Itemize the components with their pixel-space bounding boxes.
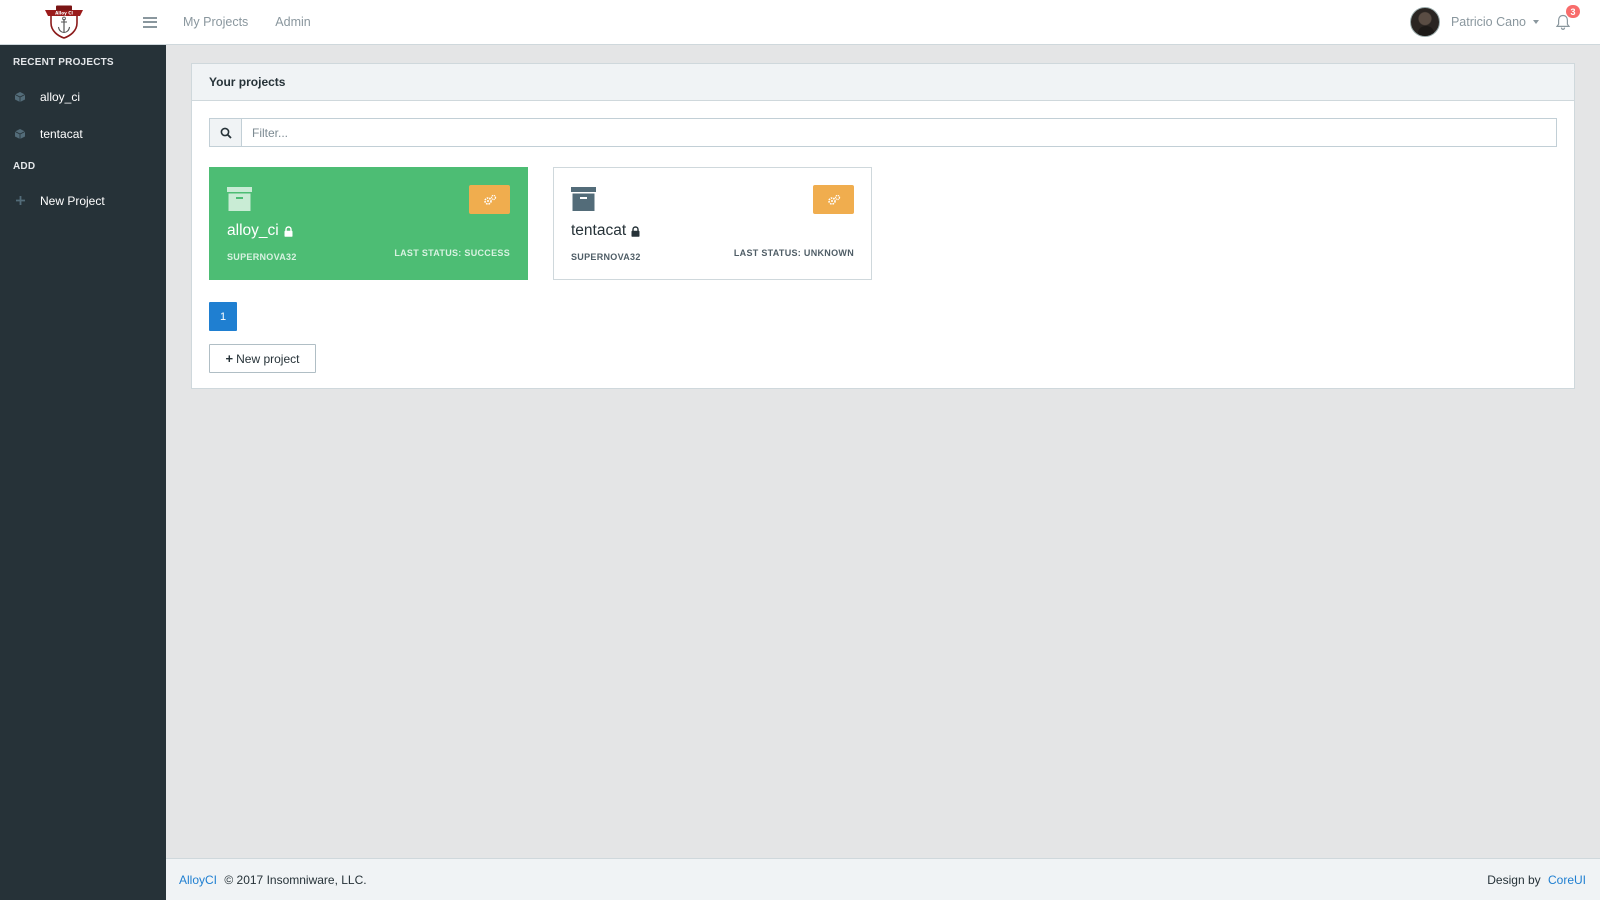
cube-icon bbox=[14, 91, 26, 103]
gears-icon bbox=[827, 194, 840, 205]
user-menu[interactable]: Patricio Cano 3 bbox=[1409, 5, 1586, 37]
project-settings-button[interactable] bbox=[813, 185, 854, 214]
plus-icon: + bbox=[225, 351, 234, 366]
filter-input[interactable] bbox=[242, 118, 1557, 147]
card-title: Your projects bbox=[192, 64, 1574, 101]
app-header: Alloy CI My Projects Admin Patricio Cano… bbox=[0, 0, 1600, 45]
project-name[interactable]: tentacat bbox=[571, 222, 640, 240]
filter-group bbox=[209, 118, 1557, 147]
sidebar-item-alloy-ci[interactable]: alloy_ci bbox=[0, 78, 166, 115]
project-name-text: tentacat bbox=[571, 222, 627, 239]
logo-text: Alloy CI bbox=[55, 11, 73, 16]
chevron-down-icon bbox=[1533, 20, 1539, 24]
footer-copyright: © 2017 Insomniware, LLC. bbox=[224, 872, 367, 887]
lock-icon bbox=[284, 225, 293, 237]
footer-left: AlloyCI © 2017 Insomniware, LLC. bbox=[179, 873, 367, 887]
sidebar-toggle-button[interactable] bbox=[130, 0, 170, 45]
footer-coreui-link[interactable]: CoreUI bbox=[1548, 873, 1586, 887]
project-card-tentacat[interactable]: tentacat SUPERNOVA32 LAST STATUS: UNKNOW… bbox=[553, 167, 872, 280]
sidebar-title-recent: RECENT PROJECTS bbox=[13, 57, 114, 68]
sidebar-item-new-project[interactable]: New Project bbox=[0, 182, 166, 219]
hamburger-icon bbox=[143, 16, 157, 28]
plus-icon bbox=[14, 195, 26, 207]
project-card-alloy-ci[interactable]: alloy_ci SUPERNOVA32 LAST STATUS: SUCCES… bbox=[209, 167, 528, 280]
sidebar-item-tentacat[interactable]: tentacat bbox=[0, 115, 166, 152]
project-status: LAST STATUS: SUCCESS bbox=[394, 248, 510, 258]
project-name[interactable]: alloy_ci bbox=[227, 222, 293, 240]
project-status: LAST STATUS: UNKNOWN bbox=[733, 248, 854, 258]
new-project-label: New project bbox=[236, 351, 300, 366]
main-content: Your projects Filter... alloy_ci SUPERNO… bbox=[166, 45, 1600, 858]
sidebar-item-label: tentacat bbox=[40, 126, 83, 141]
project-owner: SUPERNOVA32 bbox=[571, 252, 641, 262]
project-settings-button[interactable] bbox=[469, 185, 510, 214]
nav-admin[interactable]: Admin bbox=[275, 15, 310, 29]
project-name-text: alloy_ci bbox=[227, 222, 279, 239]
projects-card: Your projects Filter... alloy_ci SUPERNO… bbox=[191, 63, 1575, 389]
cube-icon bbox=[14, 128, 26, 140]
nav-my-projects[interactable]: My Projects bbox=[183, 15, 248, 29]
footer-right: Design by CoreUI bbox=[1487, 873, 1586, 887]
archive-icon bbox=[227, 187, 252, 211]
search-icon bbox=[220, 127, 232, 139]
notifications-button[interactable]: 3 bbox=[1552, 5, 1580, 33]
notification-badge: 3 bbox=[1566, 5, 1580, 18]
user-name[interactable]: Patricio Cano bbox=[1451, 15, 1526, 29]
footer-brand-link[interactable]: AlloyCI bbox=[179, 873, 217, 887]
sidebar-item-label: New Project bbox=[40, 193, 105, 208]
project-owner: SUPERNOVA32 bbox=[227, 252, 297, 262]
sidebar-item-label: alloy_ci bbox=[40, 89, 81, 104]
gears-icon bbox=[483, 194, 496, 205]
sidebar: RECENT PROJECTS alloy_ci tentacat ADD Ne… bbox=[0, 45, 166, 900]
footer-design-by: Design by bbox=[1487, 872, 1541, 887]
new-project-button[interactable]: + New project bbox=[209, 344, 316, 373]
brand-logo[interactable]: Alloy CI bbox=[0, 0, 128, 45]
lock-icon bbox=[631, 225, 640, 237]
sidebar-title-add: ADD bbox=[13, 161, 36, 172]
pagination-page-1[interactable]: 1 bbox=[209, 302, 237, 331]
alloy-ci-shield-icon: Alloy CI bbox=[45, 5, 83, 39]
filter-addon bbox=[209, 118, 242, 147]
avatar[interactable] bbox=[1409, 7, 1440, 37]
app-footer: AlloyCI © 2017 Insomniware, LLC. Design … bbox=[166, 858, 1600, 900]
archive-icon bbox=[571, 187, 596, 211]
